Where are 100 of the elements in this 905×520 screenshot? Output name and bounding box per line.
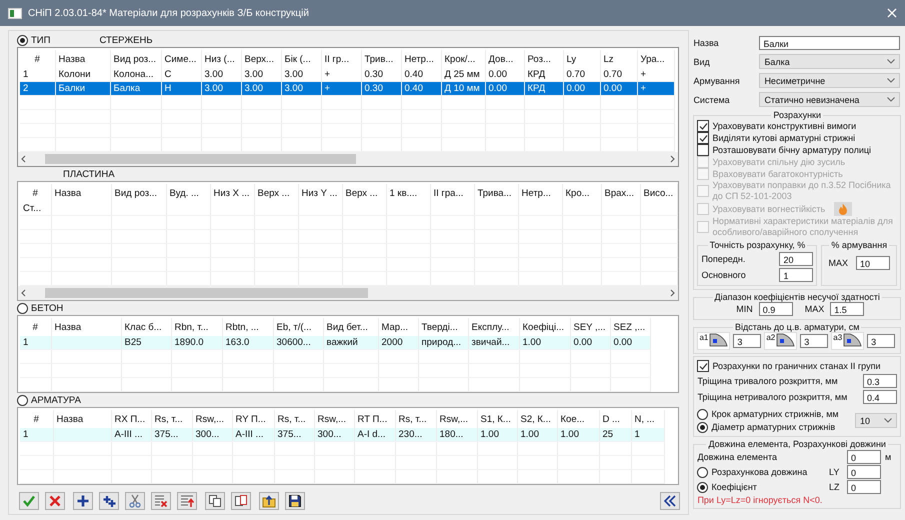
radio-button[interactable] xyxy=(17,303,28,314)
scroll-right-icon[interactable] xyxy=(668,289,676,297)
table-row[interactable]: 1 B25 1890.0 163.0 30600... важкий 2000 природ... звичай... 1.00 0.00 0.00 xyxy=(20,336,650,350)
radio-label[interactable]: Розрахункова довжина xyxy=(711,466,808,478)
number-field[interactable]: 3 xyxy=(733,334,762,348)
add-multiple-button[interactable] xyxy=(99,492,119,510)
window-title: СНіП 2.03.01-84* Матеріали для розрахунків З/Б конструкцій xyxy=(28,8,309,18)
name-field[interactable]: Балки xyxy=(759,36,900,50)
column-header[interactable]: Дов... xyxy=(485,50,524,68)
column-header[interactable]: Низ X ... xyxy=(210,184,254,202)
column-header[interactable]: Трива... xyxy=(474,184,518,202)
checkbox[interactable] xyxy=(697,120,710,132)
column-header[interactable]: Врах... xyxy=(601,184,640,202)
column-header[interactable]: Ура... xyxy=(637,50,674,68)
column-header[interactable]: II гр... xyxy=(321,50,361,68)
checkbox-label[interactable]: Виділяти кутові арматурні стрижні xyxy=(712,132,856,144)
radio-label[interactable]: АРМАТУРА xyxy=(31,395,81,406)
radio-button[interactable] xyxy=(697,408,708,420)
column-header[interactable]: Верх... xyxy=(241,50,281,68)
number-field[interactable]: 1 xyxy=(779,268,814,282)
column-header[interactable]: Назва xyxy=(51,184,111,202)
number-field[interactable]: 3 xyxy=(867,334,896,348)
checkbox-label[interactable]: Розрахунки по граничних станах II групи xyxy=(712,360,880,372)
delete-rows-button[interactable] xyxy=(151,492,171,510)
column-header[interactable]: Симе... xyxy=(161,50,201,68)
horizontal-scrollbar[interactable] xyxy=(18,286,678,300)
radio-label[interactable]: БЕТОН xyxy=(31,303,64,314)
column-header[interactable]: Низ (... xyxy=(201,50,241,68)
column-header[interactable]: # xyxy=(20,50,55,68)
apply-button[interactable] xyxy=(19,492,39,510)
section-button[interactable]: a2 xyxy=(764,332,798,350)
column-header[interactable]: Ly xyxy=(563,50,600,68)
radio-button[interactable] xyxy=(17,395,28,406)
insert-rows-button[interactable] xyxy=(177,492,197,510)
paste-button[interactable] xyxy=(231,492,251,510)
number-field[interactable]: 0.9 xyxy=(758,302,793,316)
column-header[interactable]: II гра... xyxy=(430,184,474,202)
column-header[interactable]: # xyxy=(20,184,51,202)
radio-button[interactable] xyxy=(697,422,708,432)
scroll-right-icon[interactable] xyxy=(668,155,676,163)
table-row[interactable]: 2 Балки Балка Н 3.00 3.00 3.00 + 0.30 0.40 Д 10 мм 0.00 КРД 0.00 0.00 + xyxy=(20,82,674,96)
column-header[interactable]: Низ Y ... xyxy=(298,184,342,202)
column-header[interactable]: Крок/... xyxy=(441,50,485,68)
number-field[interactable]: 0 xyxy=(847,465,881,479)
column-header[interactable]: Нетр... xyxy=(401,50,441,68)
copy-button[interactable] xyxy=(205,492,225,510)
column-header[interactable]: 1 кв.... xyxy=(386,184,430,202)
checkbox[interactable] xyxy=(697,132,710,144)
column-header[interactable]: Трив... xyxy=(361,50,401,68)
checkbox-label[interactable]: Ураховувати конструктивні вимоги xyxy=(712,120,856,132)
insert-rows-icon xyxy=(180,494,194,508)
number-field[interactable]: 20 xyxy=(779,252,814,266)
radio-label[interactable]: ТИП xyxy=(31,35,50,46)
column-header[interactable]: Верх ... xyxy=(254,184,298,202)
number-field[interactable]: 10 xyxy=(856,256,890,270)
scroll-left-icon[interactable] xyxy=(20,289,28,297)
scroll-left-icon[interactable] xyxy=(20,155,28,163)
radio-label[interactable]: Діаметр арматурних стрижнів xyxy=(711,422,836,432)
cancel-button[interactable] xyxy=(45,492,65,510)
table-row[interactable]: Ст... xyxy=(20,202,677,216)
column-header[interactable]: Роз... xyxy=(524,50,563,68)
section-button[interactable]: a3 xyxy=(831,332,864,350)
dropdown[interactable]: Балка xyxy=(759,54,900,69)
column-header[interactable]: Верх ... xyxy=(342,184,386,202)
dropdown[interactable]: Статично невизначена xyxy=(759,92,900,107)
section-button[interactable]: a1 xyxy=(697,332,730,350)
number-field[interactable]: 3 xyxy=(800,334,828,348)
column-header[interactable]: Вуд. ... xyxy=(166,184,210,202)
cut-button[interactable] xyxy=(125,492,145,510)
checkbox-label[interactable]: Розташовувати бічну арматуру полиці xyxy=(712,144,872,156)
number-field[interactable]: 1.5 xyxy=(830,302,864,316)
save-button[interactable] xyxy=(285,492,305,510)
add-button[interactable] xyxy=(73,492,93,510)
radio-label[interactable]: Крок арматурних стрижнів, мм xyxy=(711,408,839,420)
number-field[interactable]: 0.3 xyxy=(863,374,897,388)
column-header[interactable]: Lz xyxy=(600,50,637,68)
section-caption: СТЕРЖЕНЬ xyxy=(99,35,153,46)
radio-button[interactable] xyxy=(697,482,708,492)
table-row[interactable]: 1 A-III ... 375... 300... A-III ... 375... 300... A-I d... 230... 180... 1.00 1.00 1.00 25 1 xyxy=(20,428,664,442)
number-field[interactable]: 0 xyxy=(847,480,881,494)
number-field[interactable]: 0 xyxy=(847,450,881,464)
dropdown[interactable]: 10 xyxy=(855,413,897,428)
column-header[interactable]: Висо... xyxy=(640,184,677,202)
import-button[interactable] xyxy=(259,492,279,510)
column-header[interactable]: Вид роз... xyxy=(111,184,166,202)
dropdown[interactable]: Несиметричне xyxy=(759,73,900,88)
column-header[interactable]: Бік (... xyxy=(281,50,321,68)
column-header[interactable]: Вид роз... xyxy=(110,50,161,68)
column-header[interactable]: Нетр... xyxy=(518,184,562,202)
checkbox[interactable] xyxy=(697,144,710,156)
radio-label[interactable]: Коефіцієнт xyxy=(711,482,757,492)
column-header[interactable]: Кро... xyxy=(562,184,601,202)
horizontal-scrollbar[interactable] xyxy=(18,152,678,166)
collapse-button[interactable] xyxy=(660,492,680,510)
checkbox[interactable] xyxy=(697,360,710,372)
radio-button[interactable] xyxy=(697,466,708,478)
close-icon[interactable] xyxy=(887,8,897,18)
number-field[interactable]: 0.4 xyxy=(863,390,897,404)
radio-button[interactable] xyxy=(17,35,28,46)
column-header[interactable]: Назва xyxy=(55,50,110,68)
